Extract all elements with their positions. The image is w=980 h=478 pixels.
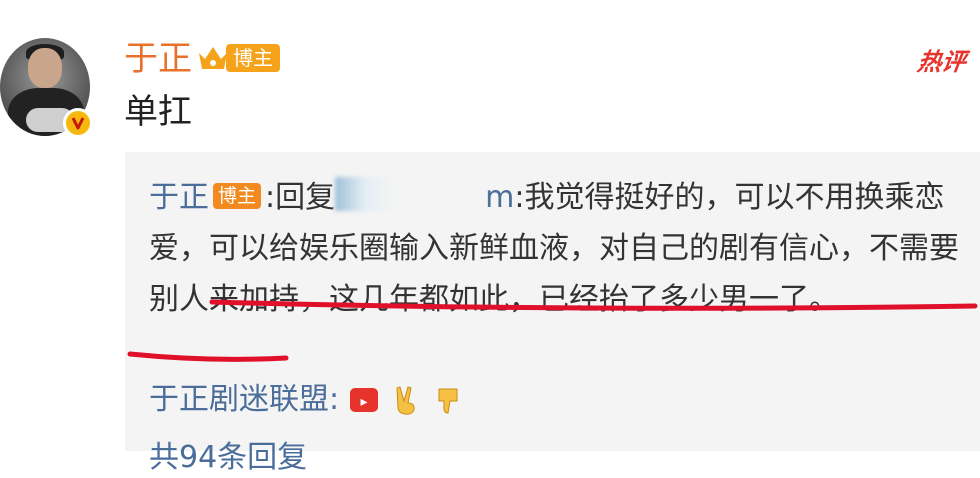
thumb-down-icon	[438, 388, 458, 414]
avatar-face	[28, 48, 62, 88]
reply-box[interactable]: 于正 博主:回复 m:我觉得挺好的，可以不用换乘恋爱，可以给娱乐圈输入新鲜血液，对自…	[125, 152, 980, 475]
reply-author-badge: 博主	[213, 183, 262, 209]
victory-hand-icon	[396, 386, 415, 415]
reply-author[interactable]: 于正	[149, 180, 209, 215]
sticker-icon: ▸	[350, 388, 379, 412]
subreply-line[interactable]: 于正剧迷联盟: ▸	[149, 380, 465, 420]
reply-body: 于正 博主:回复 m:我觉得挺好的，可以不用换乘恋爱，可以给娱乐圈输入新鲜血液，对自…	[149, 172, 969, 325]
subreply-author[interactable]: 于正剧迷联盟	[149, 380, 329, 420]
author-badge: 博主	[226, 44, 280, 72]
subreply-colon: :	[329, 382, 340, 417]
crown-icon	[199, 47, 227, 69]
verified-v-icon	[63, 108, 93, 138]
more-replies-link[interactable]: 共94条回复	[149, 438, 307, 478]
post-username[interactable]: 于正	[124, 39, 192, 79]
post-text: 单扛	[124, 92, 192, 132]
blurred-mention	[335, 177, 486, 211]
svg-text:▸: ▸	[361, 394, 368, 410]
mention-tail[interactable]: m	[485, 180, 514, 215]
reply-prefix: :回复	[265, 180, 336, 215]
hot-comment-label: 热评	[915, 48, 968, 76]
